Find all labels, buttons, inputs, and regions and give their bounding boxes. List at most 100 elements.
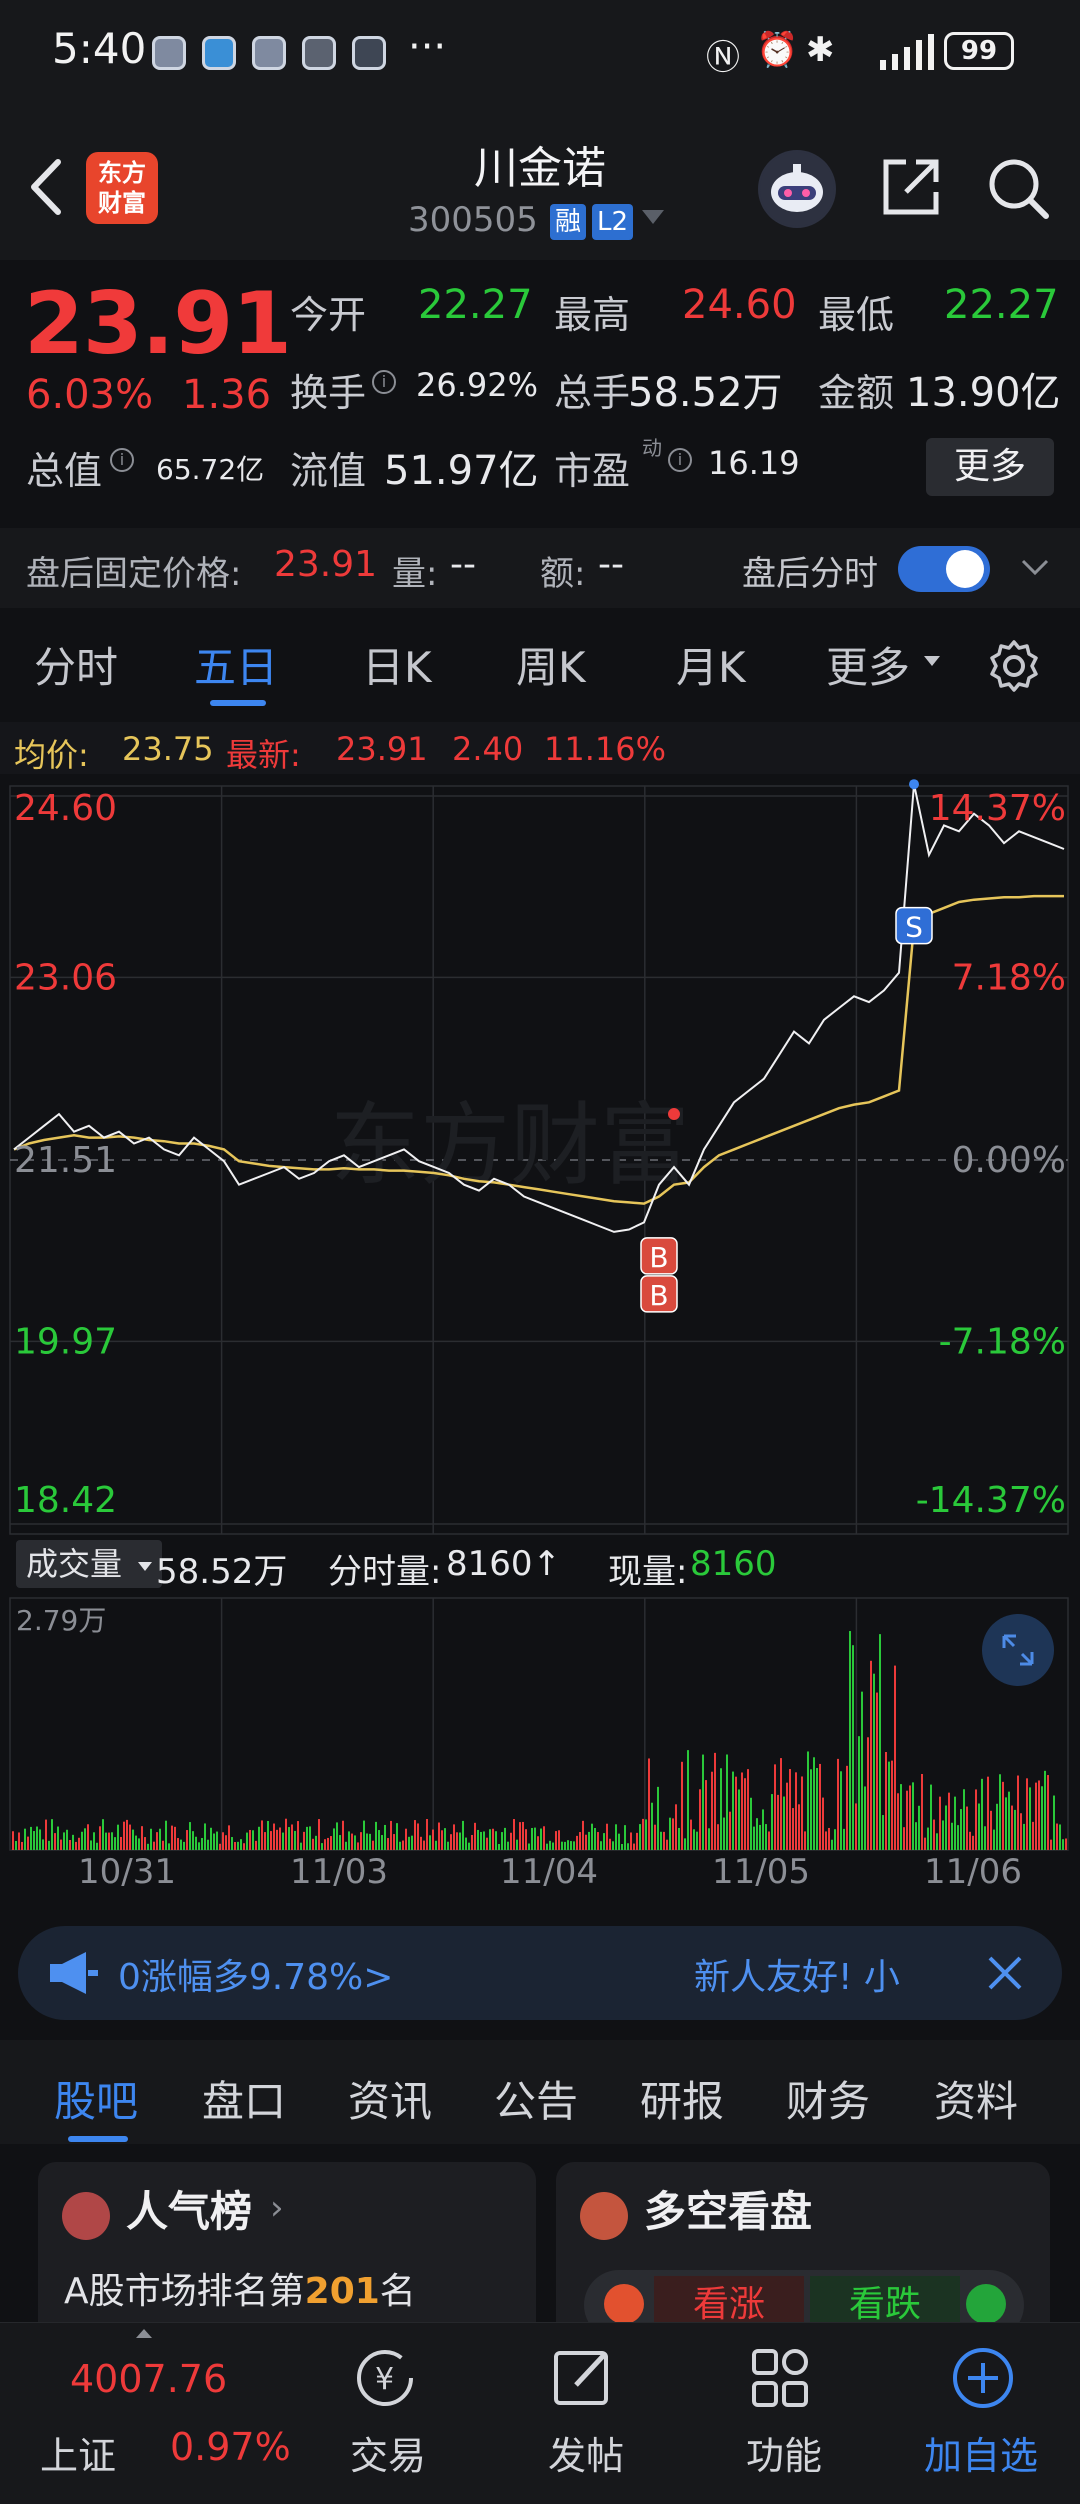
volume-bar xyxy=(636,1832,638,1850)
volume-bar xyxy=(993,1829,995,1850)
volume-bar xyxy=(189,1822,191,1850)
volume-bar xyxy=(27,1836,29,1850)
tab-profile[interactable]: 资料 xyxy=(934,2068,1018,2129)
close-icon[interactable] xyxy=(986,1954,1024,1992)
tab-daily-k[interactable]: 日K xyxy=(362,634,432,695)
volume-bar xyxy=(687,1750,689,1850)
tick-volume-label: 分时量: xyxy=(328,1552,442,1592)
volume-bar xyxy=(828,1827,830,1850)
float-label: 流值 xyxy=(290,449,367,493)
volume-bar xyxy=(576,1835,578,1850)
volume-bar xyxy=(363,1820,365,1850)
tab-five-day[interactable]: 五日 xyxy=(194,634,278,695)
volume-bar xyxy=(420,1836,422,1850)
volume-bar xyxy=(96,1842,98,1850)
volume-bar xyxy=(507,1841,509,1850)
volume-chart[interactable]: 2.79万 xyxy=(0,1596,1080,1856)
banner-text[interactable]: 新人友好! 小 xyxy=(694,1948,900,2000)
volume-bar xyxy=(711,1771,713,1850)
nav-post[interactable]: 发帖 xyxy=(526,2323,646,2504)
nav-add-watchlist[interactable]: 加自选 xyxy=(910,2323,1060,2504)
volume-bar xyxy=(1026,1778,1028,1850)
after-hours-toggle[interactable] xyxy=(898,546,990,592)
bear-icon[interactable] xyxy=(966,2284,1006,2324)
bull-icon[interactable] xyxy=(604,2284,644,2324)
tab-financials[interactable]: 财务 xyxy=(786,2068,870,2129)
tab-forum[interactable]: 股吧 xyxy=(54,2068,138,2129)
nav-functions[interactable]: 功能 xyxy=(724,2323,844,2504)
volume-bar xyxy=(741,1772,743,1850)
tab-order-book[interactable]: 盘口 xyxy=(202,2068,286,2129)
info-icon[interactable]: i xyxy=(110,448,134,472)
volume-bar xyxy=(807,1751,809,1850)
edit-icon xyxy=(554,2351,608,2405)
volume-bar xyxy=(12,1831,14,1850)
volume-bar xyxy=(366,1833,368,1850)
fullscreen-icon[interactable] xyxy=(982,1614,1054,1686)
battery-icon: 99 xyxy=(944,32,1014,70)
volume-bar xyxy=(948,1792,950,1850)
info-icon[interactable]: i xyxy=(668,448,692,472)
price-chart[interactable]: 东方财富 BB S 24.60 14.37% 23.06 7.18% 21.51 0.00%… xyxy=(0,776,1080,1536)
volume-bar xyxy=(135,1835,137,1850)
more-fields-button[interactable]: 更多 xyxy=(926,438,1054,496)
volume-bar xyxy=(246,1832,248,1850)
index-ticker[interactable]: 4007.76 上证 0.97% xyxy=(0,2323,300,2504)
chevron-down-icon[interactable] xyxy=(642,210,664,224)
pe-dynamic-mark: 动 xyxy=(642,436,662,460)
volume-bar xyxy=(1014,1809,1016,1850)
info-icon[interactable]: i xyxy=(372,370,396,394)
volume-bar xyxy=(432,1829,434,1850)
volume-bar xyxy=(849,1631,851,1850)
volume-bar xyxy=(108,1832,110,1850)
volume-bar xyxy=(339,1835,341,1850)
volume-bar xyxy=(840,1771,842,1850)
latest-value: 23.91 xyxy=(336,730,428,768)
volume-bar xyxy=(1056,1823,1058,1850)
volume-bar xyxy=(984,1826,986,1850)
volume-bar xyxy=(975,1789,977,1850)
volume-indicator-dropdown[interactable]: 成交量 xyxy=(16,1540,163,1588)
tab-monthly-k[interactable]: 月K xyxy=(676,634,746,695)
tab-more[interactable]: 更多 xyxy=(826,634,910,695)
stock-code: 300505 xyxy=(408,200,538,240)
volume-bar xyxy=(417,1823,419,1850)
volume-bar xyxy=(72,1834,74,1850)
volume-bar xyxy=(681,1761,683,1850)
tab-research[interactable]: 研报 xyxy=(640,2068,724,2129)
volume-bar xyxy=(132,1829,134,1850)
volume-bar xyxy=(744,1778,746,1850)
nav-trade[interactable]: ¥ 交易 xyxy=(328,2323,448,2504)
volume-bar xyxy=(504,1827,506,1850)
tab-intraday[interactable]: 分时 xyxy=(34,634,118,695)
search-icon[interactable] xyxy=(984,154,1052,222)
y-tick-label: 21.51 xyxy=(14,1140,117,1181)
tab-announcements[interactable]: 公告 xyxy=(494,2068,578,2129)
volume-bar xyxy=(981,1778,983,1850)
volume-bar xyxy=(69,1840,71,1850)
banner-text[interactable]: 0涨幅多9.78%> xyxy=(118,1948,393,2000)
after-hours-toggle-label: 盘后分时 xyxy=(742,554,878,594)
volume-bar xyxy=(168,1843,170,1850)
toggle-knob xyxy=(946,550,984,588)
volume-bar xyxy=(42,1839,44,1850)
volume-bar xyxy=(792,1808,794,1850)
volume-bar xyxy=(1041,1786,1043,1850)
volume-header: 成交量 58.52万 分时量: 8160↑ 现量: 8160 xyxy=(0,1536,1080,1596)
tick-volume: 8160↑ xyxy=(446,1544,562,1584)
add-circle-icon xyxy=(953,2348,1013,2408)
promo-banner[interactable]: 0涨幅多9.78%> 新人友好! 小 xyxy=(18,1926,1062,2020)
volume-bar xyxy=(921,1773,923,1850)
tab-weekly-k[interactable]: 周K xyxy=(516,634,586,695)
current-volume-label: 现量: xyxy=(608,1552,688,1592)
volume-bar xyxy=(474,1822,476,1850)
volume-bar xyxy=(654,1824,656,1850)
ai-assistant-icon[interactable] xyxy=(758,150,836,228)
share-icon[interactable] xyxy=(878,154,944,220)
volume-bar xyxy=(555,1831,557,1850)
tab-news[interactable]: 资讯 xyxy=(348,2068,432,2129)
chevron-down-icon[interactable] xyxy=(1020,552,1050,582)
volume-bar xyxy=(237,1841,239,1850)
volume-bar xyxy=(348,1831,350,1850)
gear-icon[interactable] xyxy=(986,638,1042,694)
